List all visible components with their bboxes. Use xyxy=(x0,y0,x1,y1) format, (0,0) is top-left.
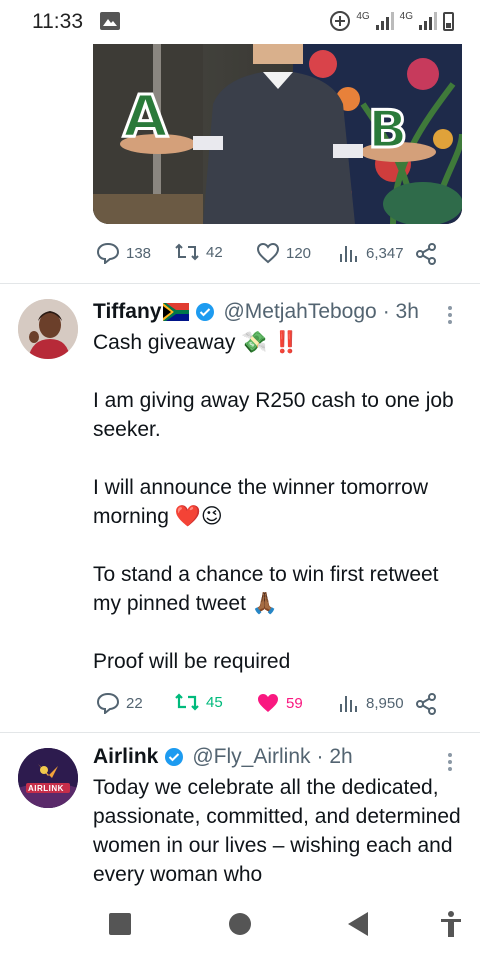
like-count: 120 xyxy=(286,244,312,262)
share-icon xyxy=(416,693,436,715)
tweet-header: Airlink @Fly_Airlink · 2h xyxy=(93,745,353,769)
network-type-1: 4G xyxy=(356,10,370,22)
reply-button[interactable]: 22 xyxy=(96,692,143,714)
reply-button[interactable]: 138 xyxy=(96,242,151,264)
share-button[interactable] xyxy=(414,242,438,266)
tweet-paragraph: I will announce the winner tomorrow morn… xyxy=(93,476,428,528)
author-handle[interactable]: @Fly_Airlink xyxy=(192,745,310,769)
heart-icon xyxy=(256,242,280,264)
tweet-paragraph: To stand a chance to win first retweet m… xyxy=(93,563,439,615)
tweet-paragraph: Proof will be required xyxy=(93,650,291,673)
reply-icon xyxy=(96,242,120,264)
views-count: 8,950 xyxy=(366,694,404,712)
more-options-icon[interactable] xyxy=(448,753,452,774)
status-icons: 4G 4G xyxy=(330,10,454,32)
views-button[interactable]: 6,347 xyxy=(338,242,404,264)
accessibility-icon[interactable] xyxy=(440,910,462,938)
reply-count: 22 xyxy=(126,694,143,712)
share-button[interactable] xyxy=(414,692,438,716)
views-count: 6,347 xyxy=(366,244,404,262)
author-handle[interactable]: @MetjahTebogo xyxy=(223,300,376,324)
south-africa-flag-icon xyxy=(163,303,190,321)
share-icon xyxy=(416,243,436,265)
tweet-time: · 3h xyxy=(382,300,419,323)
views-icon xyxy=(340,246,357,262)
like-button[interactable]: 59 xyxy=(256,692,303,714)
home-button[interactable] xyxy=(229,913,251,935)
retweet-icon xyxy=(175,693,199,711)
retweet-icon xyxy=(175,243,199,261)
divider xyxy=(0,283,480,284)
tweet-body: Cash giveaway 💸 ‼️ I am giving away R250… xyxy=(93,328,468,676)
recent-apps-button[interactable] xyxy=(109,913,131,935)
like-button[interactable]: 120 xyxy=(256,242,311,264)
tweet-time: · 2h xyxy=(316,745,353,768)
label-a: A xyxy=(122,81,170,152)
views-button[interactable]: 8,950 xyxy=(338,692,404,714)
like-count: 59 xyxy=(286,694,303,712)
data-saver-icon xyxy=(330,11,351,31)
gallery-icon xyxy=(100,12,120,30)
tweet-text-line: Cash giveaway 💸 ‼️ xyxy=(93,331,300,354)
status-time: 11:33 xyxy=(32,10,83,33)
retweet-count: 42 xyxy=(206,243,223,261)
tweet-header: Tiffany @MetjahTebogo · 3h xyxy=(93,300,419,324)
views-icon xyxy=(340,696,357,712)
status-bar: 11:33 4G 4G xyxy=(0,0,480,44)
back-button[interactable] xyxy=(348,912,368,936)
retweet-button[interactable]: 45 xyxy=(174,692,223,712)
avatar[interactable]: AIRLINK xyxy=(18,748,78,808)
retweet-count: 45 xyxy=(206,693,223,711)
avatar[interactable] xyxy=(18,299,78,359)
tweet-text: Today we celebrate all the dedicated, pa… xyxy=(93,776,461,886)
divider xyxy=(0,732,480,733)
battery-icon xyxy=(443,11,454,31)
airlink-logo-text: AIRLINK xyxy=(28,784,64,793)
tweet-paragraph: I am giving away R250 cash to one job se… xyxy=(93,389,454,441)
label-b: B xyxy=(367,99,410,162)
more-options-icon[interactable] xyxy=(448,306,452,327)
signal-icon-2 xyxy=(419,12,437,30)
author-name[interactable]: Tiffany xyxy=(93,300,161,324)
author-name[interactable]: Airlink xyxy=(93,745,158,769)
tweet-media-image[interactable]: A B xyxy=(93,44,462,224)
verified-badge-icon xyxy=(196,303,215,321)
tweet-actions-tiffany: 22 45 59 8,950 xyxy=(94,688,454,718)
tweet-body: Today we celebrate all the dedicated, pa… xyxy=(93,773,463,889)
retweet-button[interactable]: 42 xyxy=(174,242,223,262)
signal-icon xyxy=(375,12,394,30)
network-type-2: 4G xyxy=(399,10,413,22)
heart-icon xyxy=(258,694,278,712)
reply-icon xyxy=(96,692,120,714)
system-nav-bar xyxy=(0,892,480,960)
reply-count: 138 xyxy=(126,244,152,262)
verified-badge-icon xyxy=(165,748,184,766)
tweet-actions-prev: 138 42 120 6,347 xyxy=(94,238,454,268)
